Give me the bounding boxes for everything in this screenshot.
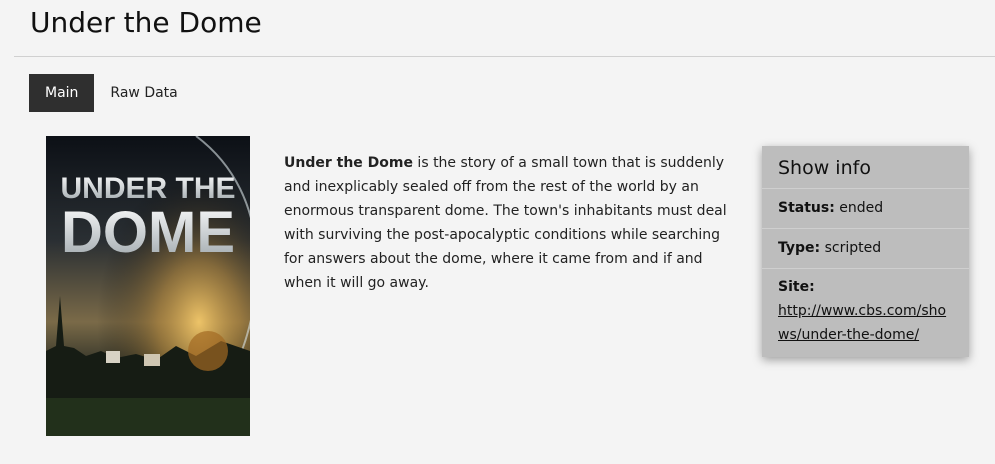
site-label: Site:	[778, 279, 815, 295]
site-row: Site: http://www.cbs.com/shows/under-the…	[762, 269, 969, 357]
status-label: Status:	[778, 200, 835, 216]
type-label: Type:	[778, 240, 821, 256]
summary-show-name: Under the Dome	[284, 155, 413, 171]
type-row: Type: scripted	[762, 229, 969, 269]
show-info-title: Show info	[762, 146, 969, 189]
tab-main[interactable]: Main	[29, 74, 95, 112]
site-link[interactable]: http://www.cbs.com/shows/under-the-dome/	[778, 303, 946, 343]
tab-bar: Main Raw Data	[29, 74, 194, 112]
show-poster-image: UNDER THE DOME	[46, 136, 250, 436]
page-title: Under the Dome	[30, 6, 262, 39]
type-value: scripted	[824, 240, 882, 256]
status-row: Status: ended	[762, 189, 969, 229]
show-summary: Under the Dome is the story of a small t…	[284, 151, 729, 295]
status-value: ended	[839, 200, 884, 216]
summary-text: is the story of a small town that is sud…	[284, 155, 727, 291]
poster-title-line2: DOME	[61, 200, 235, 265]
tab-raw-data[interactable]: Raw Data	[94, 74, 193, 112]
show-info-panel: Show info Status: ended Type: scripted S…	[762, 146, 969, 357]
title-divider	[14, 56, 995, 57]
